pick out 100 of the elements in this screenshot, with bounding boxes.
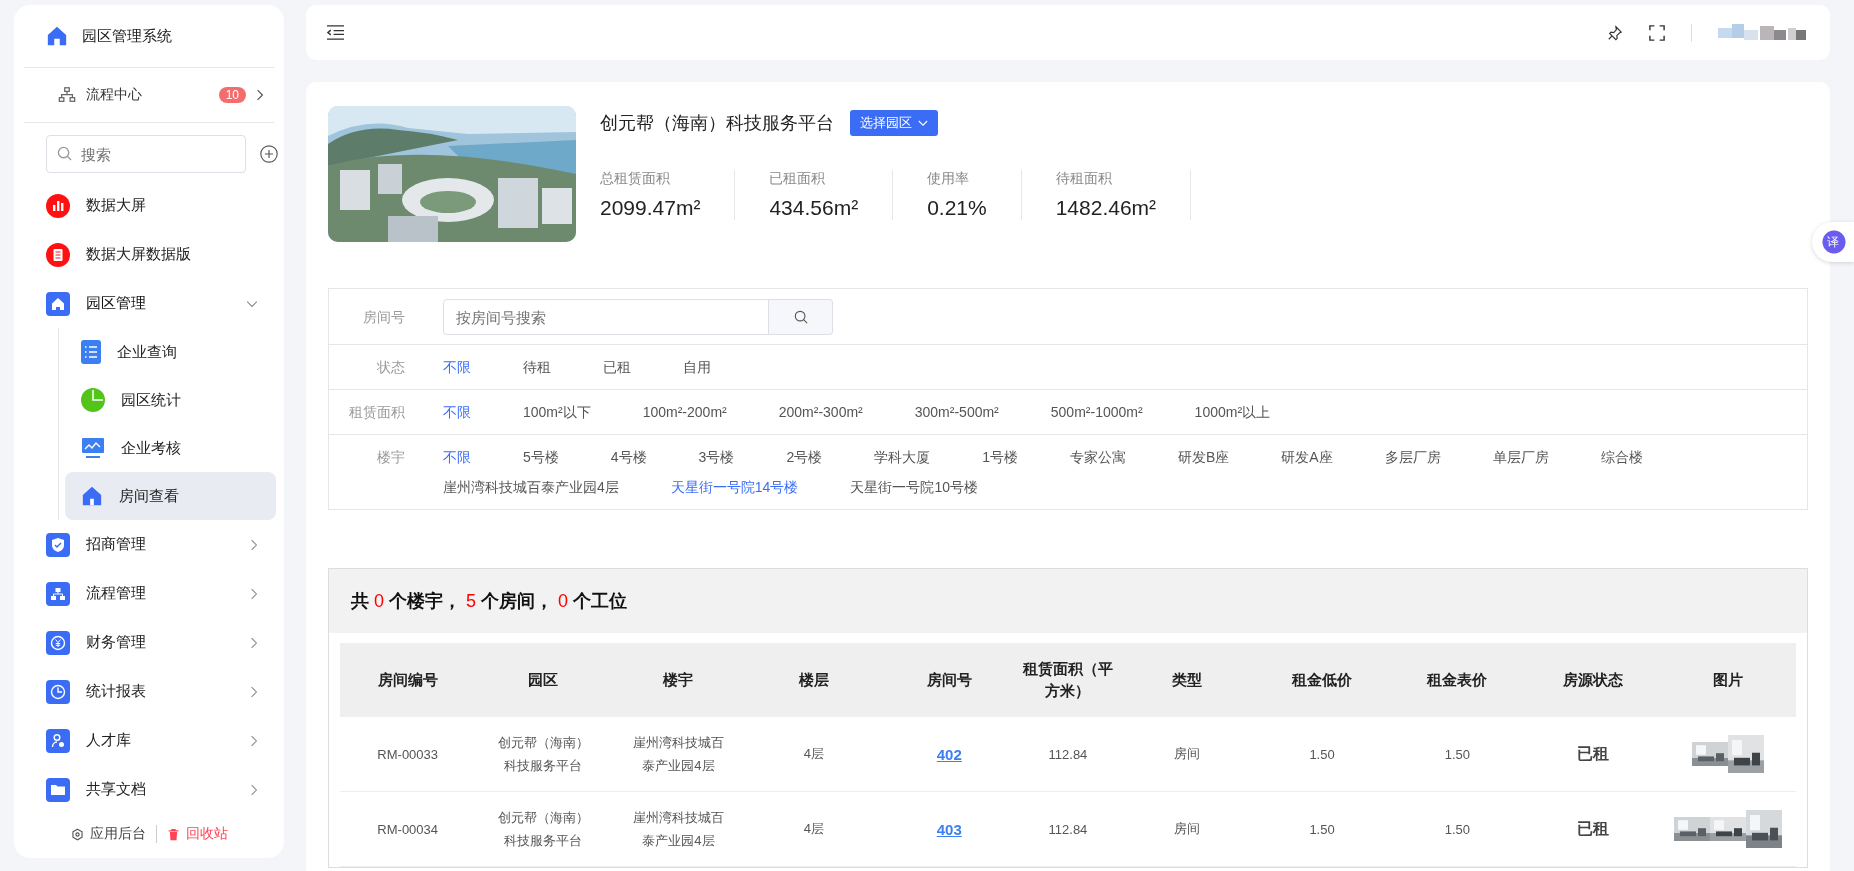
filter-option[interactable]: 综合楼 bbox=[1600, 447, 1643, 467]
submenu-item[interactable]: 园区统计 bbox=[65, 376, 276, 424]
filter-option[interactable]: 研发A座 bbox=[1281, 447, 1333, 467]
table-cell: 112.84 bbox=[1016, 791, 1119, 867]
filter-option[interactable]: 天星街一号院10号楼 bbox=[850, 477, 978, 497]
table-cell: RM-00034 bbox=[340, 791, 476, 867]
column-header: 类型 bbox=[1118, 643, 1255, 717]
stat-label: 已租面积 bbox=[769, 170, 827, 188]
folder-icon bbox=[46, 777, 70, 802]
submenu-item[interactable]: 企业查询 bbox=[65, 328, 276, 376]
column-header: 楼层 bbox=[746, 643, 882, 717]
stat-value: 0.21% bbox=[927, 196, 987, 220]
table-cell: 1.50 bbox=[1254, 717, 1390, 792]
filter-option[interactable]: 1000m²以上 bbox=[1194, 402, 1271, 422]
column-header: 租金低价 bbox=[1254, 643, 1390, 717]
filter-option[interactable]: 研发B座 bbox=[1178, 447, 1230, 467]
filter-option[interactable]: 300m²-500m² bbox=[914, 402, 999, 422]
park-name: 创元帮（海南）科技服务平台 bbox=[600, 112, 834, 135]
count-badge: 10 bbox=[218, 87, 246, 103]
menu-item[interactable]: 财务管理 bbox=[20, 618, 278, 667]
menu-item[interactable]: 数据大屏 bbox=[20, 181, 278, 230]
table-cell: 已租 bbox=[1525, 717, 1661, 792]
pin-icon[interactable] bbox=[1607, 24, 1623, 41]
filter-option[interactable]: 多层厂房 bbox=[1384, 447, 1441, 467]
column-header: 楼宇 bbox=[610, 643, 747, 717]
room-number-link[interactable]: 402 bbox=[936, 745, 962, 763]
submenu-item[interactable]: 房间查看 bbox=[65, 472, 276, 520]
home-icon bbox=[81, 485, 103, 507]
filter-option[interactable]: 不限 bbox=[443, 402, 471, 422]
trash-icon bbox=[166, 827, 180, 841]
monitor-icon bbox=[81, 437, 105, 459]
filter-option[interactable]: 100m²-200m² bbox=[642, 402, 727, 422]
hierarchy-icon bbox=[58, 86, 76, 104]
menu-item[interactable]: 统计报表 bbox=[20, 667, 278, 716]
stat-label: 待租面积 bbox=[1055, 170, 1113, 188]
filter-option[interactable]: 不限 bbox=[443, 447, 471, 467]
hierarchy-icon bbox=[46, 581, 70, 606]
search-icon bbox=[57, 146, 72, 161]
fullscreen-icon[interactable] bbox=[1649, 24, 1665, 41]
menu-item[interactable]: 共享文档 bbox=[20, 765, 278, 814]
filter-option[interactable]: 5号楼 bbox=[523, 447, 559, 467]
column-header: 园区 bbox=[475, 643, 611, 717]
admin-link[interactable]: 应用后台 bbox=[70, 825, 146, 843]
list-icon bbox=[81, 340, 101, 364]
home-icon bbox=[46, 25, 68, 47]
menu-item[interactable]: 人才库 bbox=[20, 716, 278, 765]
add-icon[interactable] bbox=[260, 143, 278, 165]
column-header: 图片 bbox=[1660, 643, 1796, 717]
hexagon-icon bbox=[70, 827, 84, 841]
table-cell: 崖州湾科技城百泰产业园4层 bbox=[610, 717, 747, 792]
search-icon bbox=[793, 310, 808, 324]
filter-option[interactable]: 100m²以下 bbox=[523, 402, 591, 422]
process-center-link[interactable]: 流程中心 10 bbox=[24, 68, 274, 123]
filter-option[interactable]: 3号楼 bbox=[698, 447, 735, 467]
shield-icon bbox=[46, 532, 70, 557]
stat-value: 434.56m² bbox=[769, 196, 859, 220]
filter-option[interactable]: 1号楼 bbox=[982, 447, 1018, 467]
search-field[interactable]: 搜索 bbox=[46, 135, 246, 173]
menu-item[interactable]: 数据大屏数据版 bbox=[20, 230, 278, 279]
filter-option[interactable]: 不限 bbox=[443, 357, 471, 377]
menu-item[interactable]: 招商管理 bbox=[20, 520, 278, 569]
table-cell: 1.50 bbox=[1389, 791, 1526, 867]
submenu-item[interactable]: 企业考核 bbox=[65, 424, 276, 472]
column-header: 房源状态 bbox=[1525, 643, 1661, 717]
column-header: 租金表价 bbox=[1389, 643, 1526, 717]
menu-item[interactable]: 流程管理 bbox=[20, 569, 278, 618]
menu-item[interactable]: 园区管理 bbox=[20, 279, 278, 328]
table-cell: 已租 bbox=[1525, 791, 1661, 867]
column-header: 房间号 bbox=[881, 643, 1017, 717]
filter-option[interactable]: 已租 bbox=[603, 357, 631, 377]
table-cell: 房间 bbox=[1118, 791, 1255, 867]
room-search-field[interactable]: 按房间号搜索 bbox=[443, 299, 769, 335]
filter-option[interactable]: 2号楼 bbox=[786, 447, 823, 467]
translate-button[interactable]: 译 bbox=[1812, 222, 1854, 262]
yen-icon bbox=[46, 630, 70, 655]
table-cell: 4层 bbox=[746, 791, 882, 867]
filter-option[interactable]: 专家公寓 bbox=[1070, 447, 1126, 467]
table-cell: 房间 bbox=[1118, 717, 1255, 792]
filter-option[interactable]: 天星街一号院14号楼 bbox=[670, 477, 799, 497]
filter-option[interactable]: 单层厂房 bbox=[1492, 447, 1549, 467]
stat-value: 1482.46m² bbox=[1055, 196, 1157, 220]
column-header: 房间编号 bbox=[340, 643, 476, 717]
bar-chart-icon bbox=[46, 193, 70, 218]
select-park-button[interactable]: 选择园区 bbox=[850, 110, 938, 136]
chevron-right-icon bbox=[256, 89, 264, 101]
filter-option[interactable]: 4号楼 bbox=[610, 447, 647, 467]
collapse-menu-icon[interactable] bbox=[326, 24, 345, 41]
room-number-link[interactable]: 403 bbox=[936, 820, 962, 838]
table-cell: 112.84 bbox=[1016, 717, 1119, 792]
filter-label: 状态 bbox=[376, 358, 405, 377]
filter-option[interactable]: 崖州湾科技城百泰产业园4层 bbox=[443, 477, 619, 497]
filter-option[interactable]: 自用 bbox=[683, 357, 711, 377]
filter-option[interactable]: 待租 bbox=[523, 357, 551, 377]
person-icon bbox=[46, 728, 70, 753]
pie-chart-icon bbox=[81, 388, 105, 412]
list-icon bbox=[46, 242, 70, 267]
filter-option[interactable]: 200m²-300m² bbox=[778, 402, 863, 422]
filter-option[interactable]: 学科大厦 bbox=[874, 447, 931, 467]
clock-icon bbox=[46, 679, 70, 704]
filter-option[interactable]: 500m²-1000m² bbox=[1050, 402, 1143, 422]
